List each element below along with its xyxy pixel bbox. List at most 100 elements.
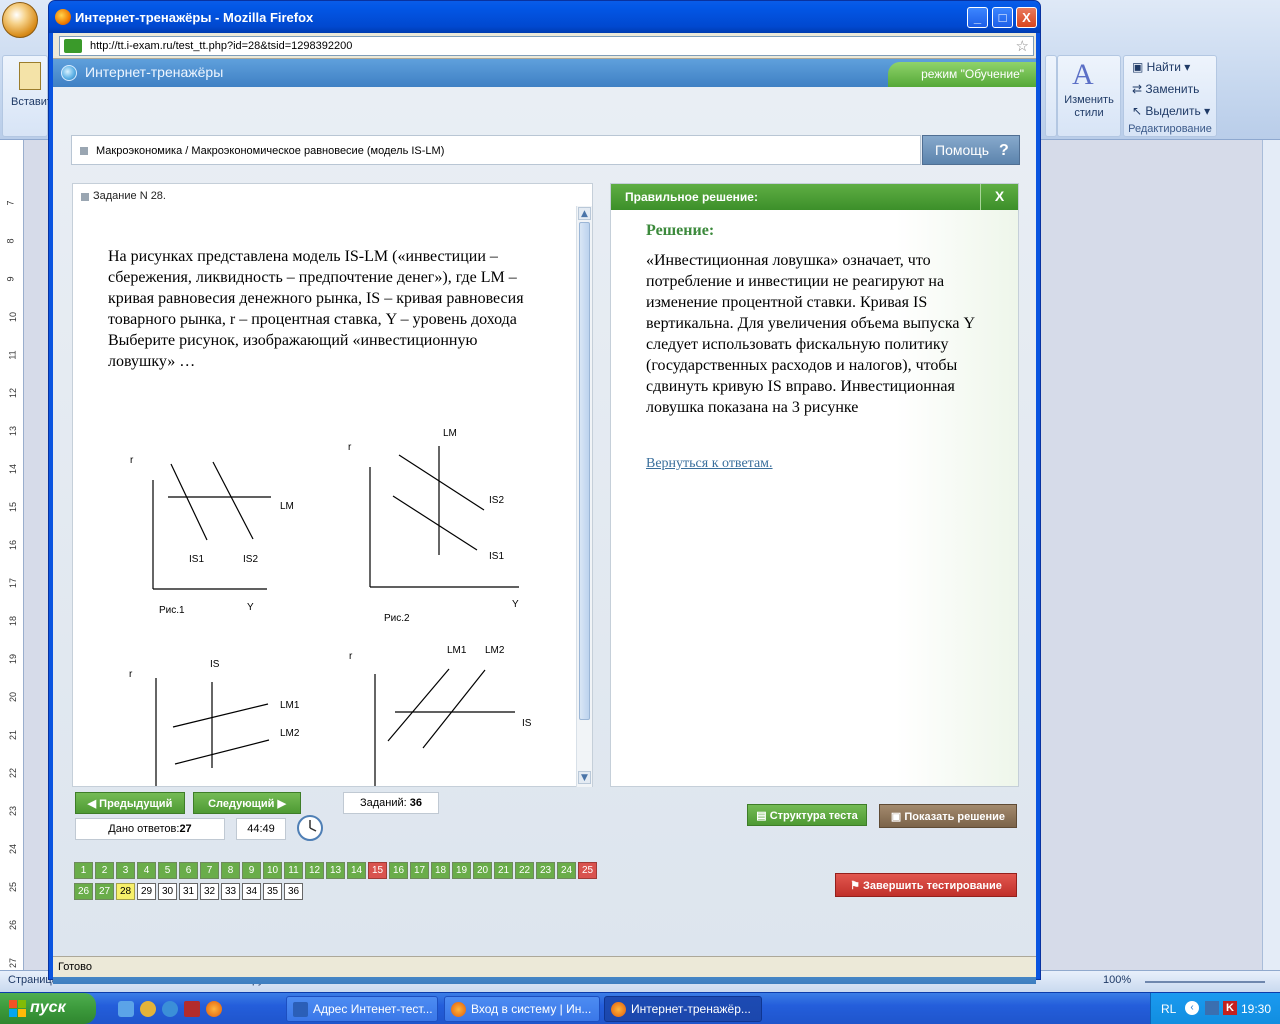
find-label: Найти (1146, 60, 1181, 74)
question-cell-16[interactable]: 16 (389, 862, 408, 879)
language-indicator[interactable]: RL (1161, 1002, 1176, 1016)
question-cell-7[interactable]: 7 (200, 862, 219, 879)
figure-1[interactable] (152, 461, 271, 590)
fig4-lm2-label: LM2 (485, 645, 505, 656)
fig2-y-label: Y (512, 599, 519, 610)
task-item-1[interactable]: Адрес Интенет-тест... (286, 996, 438, 1022)
question-cell-23[interactable]: 23 (536, 862, 555, 879)
windows-flag-icon (9, 1000, 26, 1017)
firefox-launch-icon[interactable] (206, 1001, 222, 1017)
question-cell-32[interactable]: 32 (200, 883, 219, 900)
question-cell-1[interactable]: 1 (74, 862, 93, 879)
question-cell-30[interactable]: 30 (158, 883, 177, 900)
ruler-number: 24 (8, 843, 19, 855)
question-cell-4[interactable]: 4 (137, 862, 156, 879)
ruler-number: 19 (8, 653, 19, 665)
find-icon: ▣ (1132, 60, 1147, 74)
test-structure-button[interactable]: ▤ Структура теста (747, 804, 867, 826)
app-icon[interactable] (184, 1001, 200, 1017)
question-cell-34[interactable]: 34 (242, 883, 261, 900)
figure-2[interactable] (369, 446, 519, 588)
question-cell-17[interactable]: 17 (410, 862, 429, 879)
question-cell-27[interactable]: 27 (95, 883, 114, 900)
question-cell-6[interactable]: 6 (179, 862, 198, 879)
minimize-button[interactable]: _ (967, 7, 988, 28)
ruler-number: 11 (7, 350, 18, 360)
question-cell-25[interactable]: 25 (578, 862, 597, 879)
media-icon[interactable] (140, 1001, 156, 1017)
breadcrumb-text: Макроэкономика / Макроэкономическое равн… (96, 145, 445, 157)
prev-button[interactable]: ◀ Предыдущий (75, 792, 185, 814)
find-button[interactable]: ▣ Найти ▾ (1132, 60, 1190, 74)
question-cell-26[interactable]: 26 (74, 883, 93, 900)
bookmark-star-icon[interactable]: ☆ (1016, 37, 1029, 55)
app-body: Макроэкономика / Макроэкономическое равн… (53, 87, 1036, 984)
question-cell-28[interactable]: 28 (116, 883, 135, 900)
question-cell-22[interactable]: 22 (515, 862, 534, 879)
help-button[interactable]: Помощь ? (922, 135, 1020, 165)
show-solution-button[interactable]: ▣ Показать решение (879, 804, 1017, 828)
question-cell-13[interactable]: 13 (326, 862, 345, 879)
scroll-thumb[interactable] (579, 222, 590, 720)
question-cell-11[interactable]: 11 (284, 862, 303, 879)
maximize-button[interactable]: □ (992, 7, 1013, 28)
word-vertical-scrollbar[interactable] (1262, 140, 1280, 970)
antivirus-icon[interactable]: K (1223, 1001, 1237, 1015)
question-cell-14[interactable]: 14 (347, 862, 366, 879)
question-cell-33[interactable]: 33 (221, 883, 240, 900)
question-cell-21[interactable]: 21 (494, 862, 513, 879)
question-cell-2[interactable]: 2 (95, 862, 114, 879)
question-cell-29[interactable]: 29 (137, 883, 156, 900)
question-cell-3[interactable]: 3 (116, 862, 135, 879)
zoom-level[interactable]: 100% (1103, 974, 1131, 986)
question-cell-12[interactable]: 12 (305, 862, 324, 879)
question-cell-36[interactable]: 36 (284, 883, 303, 900)
question-cell-18[interactable]: 18 (431, 862, 450, 879)
clipboard-group: Вставить (2, 55, 58, 137)
change-styles-icon[interactable]: A (1072, 58, 1094, 92)
figure-3[interactable] (155, 678, 270, 786)
url-text: http://tt.i-exam.ru/test_tt.php?id=28&ts… (90, 40, 353, 52)
finish-test-button[interactable]: ⚑ Завершить тестирование (835, 873, 1017, 897)
question-cell-8[interactable]: 8 (221, 862, 240, 879)
question-cell-5[interactable]: 5 (158, 862, 177, 879)
task-item-3[interactable]: Интернет-тренажёр... (604, 996, 762, 1022)
task-item-2[interactable]: Вход в систему | Ин... (444, 996, 600, 1022)
list-icon: ▤ (756, 810, 770, 822)
scroll-up-icon[interactable]: ▲ (578, 207, 591, 220)
question-cell-24[interactable]: 24 (557, 862, 576, 879)
question-cell-19[interactable]: 19 (452, 862, 471, 879)
scroll-down-icon[interactable]: ▼ (578, 771, 591, 784)
network-icon[interactable] (1205, 1001, 1219, 1015)
question-scrollbar[interactable]: ▲ ▼ (576, 206, 592, 787)
figure-4[interactable] (374, 668, 515, 786)
question-cell-9[interactable]: 9 (242, 862, 261, 879)
solution-header-title: Правильное решение: (625, 190, 758, 204)
url-field[interactable]: http://tt.i-exam.ru/test_tt.php?id=28&ts… (59, 36, 1034, 56)
paste-icon[interactable] (19, 62, 41, 90)
back-to-answers-link[interactable]: Вернуться к ответам. (646, 456, 773, 472)
ruler-number: 26 (8, 919, 19, 931)
solution-header: Правильное решение: X (611, 184, 1018, 210)
desktop-icon[interactable] (118, 1001, 134, 1017)
fig1-is1-line (170, 463, 208, 541)
browser-status-bar: Готово (53, 956, 1036, 977)
question-cell-20[interactable]: 20 (473, 862, 492, 879)
office-button[interactable] (2, 2, 38, 38)
start-button[interactable]: пуск (0, 993, 96, 1024)
next-button[interactable]: Следующий ▶ (193, 792, 301, 814)
tray-arrow-icon[interactable]: ‹ (1185, 1001, 1199, 1015)
app-logo-icon (61, 65, 77, 81)
ie-icon[interactable] (162, 1001, 178, 1017)
question-cell-35[interactable]: 35 (263, 883, 282, 900)
close-solution-button[interactable]: X (980, 184, 1018, 210)
question-cell-10[interactable]: 10 (263, 862, 282, 879)
question-cell-31[interactable]: 31 (179, 883, 198, 900)
zoom-slider[interactable] (1145, 981, 1265, 983)
close-button[interactable]: X (1016, 7, 1037, 28)
change-styles-label[interactable]: Изменить стили (1060, 94, 1118, 120)
clock[interactable]: 19:30 (1241, 1002, 1271, 1016)
replace-button[interactable]: ⇄ Заменить (1132, 82, 1199, 96)
select-button[interactable]: ↖ Выделить ▾ (1132, 104, 1210, 118)
question-cell-15[interactable]: 15 (368, 862, 387, 879)
